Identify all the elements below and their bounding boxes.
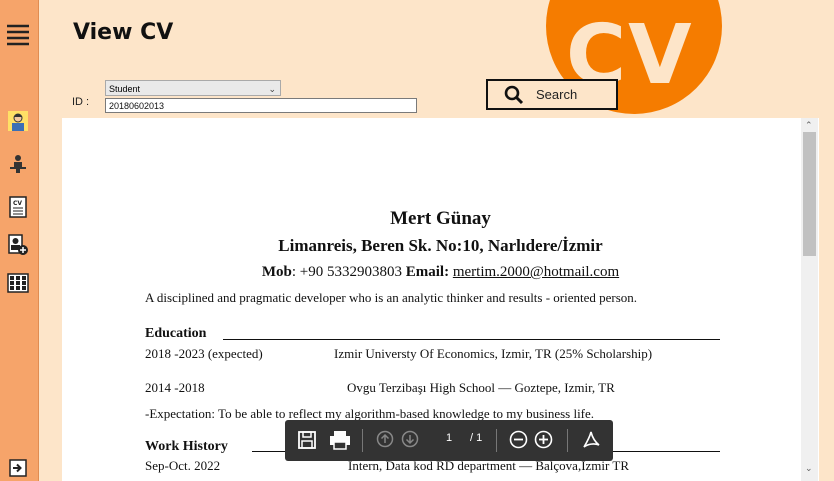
zoom-in-icon[interactable] [534, 430, 553, 454]
menu-icon[interactable] [5, 22, 31, 48]
scroll-down-icon[interactable]: ⌄ [805, 463, 813, 474]
toolbar-separator [362, 429, 363, 452]
chevron-down-icon[interactable]: ⌄ [268, 81, 276, 97]
cv-contact: Mob: +90 5332903803 Email: mertim.2000@h… [62, 264, 819, 281]
search-icon [504, 85, 524, 104]
scroll-up-icon[interactable]: ⌃ [805, 120, 813, 131]
scrollbar-thumb[interactable] [803, 132, 816, 256]
id-label: ID : [72, 96, 90, 108]
toolbar-separator [496, 429, 497, 452]
svg-text:CV: CV [13, 200, 22, 207]
cv-address: Limanreis, Beren Sk. No:10, Narlıdere/İz… [278, 236, 603, 255]
student-icon[interactable] [5, 108, 31, 134]
add-person-icon[interactable] [5, 232, 31, 258]
mob-value: : +90 5332903803 [291, 264, 402, 280]
cv-name: Mert Günay [390, 208, 491, 229]
work-history-heading: Work History [145, 439, 228, 454]
page-number-input[interactable]: 1 [446, 432, 452, 444]
pdf-scrollbar[interactable]: ⌃ ⌄ [801, 118, 818, 481]
education-rule [223, 339, 720, 340]
education-date: 2018 -2023 (expected) [145, 346, 263, 361]
sidebar: CV [0, 0, 39, 481]
education-detail: Ovgu Terzibaşı High School — Goztepe, Iz… [347, 380, 615, 395]
search-button[interactable]: Search [486, 79, 618, 110]
role-select-value: Student [109, 84, 141, 94]
acrobat-icon[interactable] [581, 430, 601, 455]
search-button-label: Search [536, 87, 578, 102]
id-input[interactable]: 20180602013 [105, 98, 417, 113]
email-link[interactable]: mertim.2000@hotmail.com [453, 264, 619, 280]
page-title: View CV [73, 20, 174, 45]
education-date: 2014 -2018 [145, 380, 205, 395]
header: CV View CV Student ⌄ ID : 20180602013 Se… [39, 0, 834, 118]
education-heading: Education [145, 326, 207, 341]
work-date: Sep-Oct. 2022 [145, 458, 221, 473]
previous-page-icon[interactable] [376, 430, 394, 453]
zoom-out-icon[interactable] [509, 430, 528, 454]
teacher-icon[interactable] [5, 150, 31, 176]
next-page-icon[interactable] [401, 430, 419, 453]
education-detail: Izmir Universty Of Economics, Izmir, TR … [334, 346, 653, 361]
toolbar-separator [567, 429, 568, 452]
mob-label: Mob [261, 264, 292, 280]
save-icon[interactable] [297, 430, 317, 455]
grid-icon[interactable] [5, 270, 31, 296]
page-total: / 1 [470, 432, 483, 444]
logout-icon[interactable] [5, 455, 31, 481]
cv-document-icon[interactable]: CV [5, 194, 31, 220]
cv-summary: A disciplined and pragmatic developer wh… [145, 290, 638, 305]
email-label: Email: [405, 264, 450, 280]
role-select[interactable]: Student ⌄ [105, 80, 281, 96]
print-icon[interactable] [329, 430, 351, 455]
pdf-toolbar: 1 / 1 [285, 420, 613, 461]
